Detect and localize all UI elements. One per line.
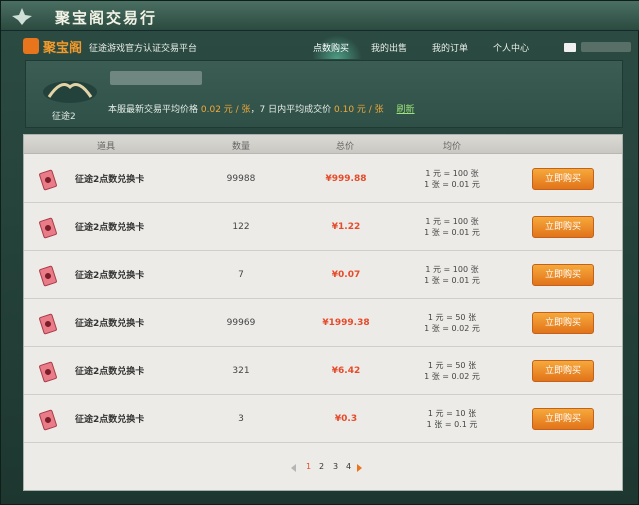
nav-bar: 聚宝阁 征途游戏官方认证交易平台 点数购买 我的出售 我的订单 个人中心 <box>15 35 631 59</box>
week-price: 0.10 元 / 张 <box>334 105 384 115</box>
tab-my-orders[interactable]: 我的订单 <box>432 41 468 54</box>
table-row: 征途2点数兑换卡 99988 ¥999.88 1 元 = 100 张 1 张 =… <box>24 155 622 203</box>
price-summary: 本服最新交易平均价格 0.02 元 / 张，7 日内平均成交价 0.10 元 /… <box>108 102 415 115</box>
refresh-link[interactable]: 刷新 <box>397 105 415 115</box>
prev-page-icon[interactable] <box>291 464 296 472</box>
avg-price: 0.02 元 / 张 <box>200 105 251 115</box>
item-unit-rate: 1 元 = 50 张 <box>427 361 477 370</box>
item-qty: 321 <box>232 366 250 376</box>
table-header: 道具 数量 总价 均价 <box>24 135 622 154</box>
item-total: ¥1999.38 <box>322 318 370 328</box>
header-total: 总价 <box>336 142 355 152</box>
item-unit-price: 1 张 = 0.01 元 <box>424 180 480 189</box>
mail-icon[interactable] <box>564 43 576 52</box>
item-unit-price: 1 张 = 0.02 元 <box>424 372 480 381</box>
listing-table: 道具 数量 总价 均价 征途2点数兑换卡 99988 ¥999.88 1 元 =… <box>23 134 623 491</box>
username-blurred <box>581 42 631 52</box>
page-4[interactable]: 4 <box>346 462 351 471</box>
exchange-card-icon <box>38 361 58 383</box>
buy-now-button[interactable]: 立即购买 <box>532 312 594 334</box>
item-unit-rate: 1 元 = 100 张 <box>425 217 479 226</box>
tab-buy-points[interactable]: 点数购买 <box>313 41 349 54</box>
header-item: 道具 <box>97 142 116 152</box>
price-mid: ，7 日内平均成交价 <box>250 105 332 115</box>
server-name-blurred <box>110 71 202 85</box>
brand-subtitle: 征途游戏官方认证交易平台 <box>89 44 198 54</box>
buy-now-button[interactable]: 立即购买 <box>532 216 594 238</box>
item-name: 征途2点数兑换卡 <box>75 271 145 281</box>
item-unit-price: 1 张 = 0.02 元 <box>424 324 480 333</box>
exchange-card-icon <box>38 409 58 431</box>
exchange-card-icon <box>38 217 58 239</box>
page-2[interactable]: 2 <box>319 462 324 471</box>
buy-now-button[interactable]: 立即购买 <box>532 360 594 382</box>
item-qty: 99988 <box>226 174 256 184</box>
item-unit-price: 1 张 = 0.1 元 <box>426 420 478 429</box>
title-bar: 聚宝阁交易行 <box>1 1 639 31</box>
item-total: ¥999.88 <box>325 174 367 184</box>
item-name: 征途2点数兑换卡 <box>75 415 145 425</box>
item-total: ¥6.42 <box>331 366 361 376</box>
brand-icon <box>23 38 39 54</box>
item-unit-rate: 1 元 = 100 张 <box>425 265 479 274</box>
app-window: 聚宝阁交易行 聚宝阁 征途游戏官方认证交易平台 点数购买 我的出售 我的订单 个… <box>0 0 639 505</box>
item-unit-rate: 1 元 = 10 张 <box>427 409 477 418</box>
item-qty: 7 <box>238 270 244 280</box>
table-row: 征途2点数兑换卡 99969 ¥1999.38 1 元 = 50 张 1 张 =… <box>24 299 622 347</box>
item-qty: 122 <box>232 222 250 232</box>
price-prefix: 本服最新交易平均价格 <box>108 105 199 115</box>
item-name: 征途2点数兑换卡 <box>75 175 145 185</box>
page-1[interactable]: 1 <box>306 462 311 471</box>
exchange-card-icon <box>38 265 58 287</box>
item-qty: 99969 <box>226 318 256 328</box>
header-unit-price: 均价 <box>443 142 462 152</box>
table-row: 征途2点数兑换卡 7 ¥0.07 1 元 = 100 张 1 张 = 0.01 … <box>24 251 622 299</box>
item-qty: 3 <box>238 414 244 424</box>
tab-my-sales[interactable]: 我的出售 <box>371 41 407 54</box>
buy-now-button[interactable]: 立即购买 <box>532 264 594 286</box>
item-name: 征途2点数兑换卡 <box>75 223 145 233</box>
item-name: 征途2点数兑换卡 <box>75 367 145 377</box>
exchange-card-icon <box>38 313 58 335</box>
game-label: 征途2 <box>52 112 76 122</box>
item-name: 征途2点数兑换卡 <box>75 319 145 329</box>
server-info-panel: 征途2 本服最新交易平均价格 0.02 元 / 张，7 日内平均成交价 0.10… <box>25 60 623 128</box>
window-title: 聚宝阁交易行 <box>55 9 158 27</box>
tab-user-center[interactable]: 个人中心 <box>493 41 529 54</box>
item-total: ¥1.22 <box>331 222 361 232</box>
header-qty: 数量 <box>232 142 251 152</box>
pagination: 1 2 3 4 <box>289 462 369 476</box>
item-unit-price: 1 张 = 0.01 元 <box>424 276 480 285</box>
next-page-icon[interactable] <box>357 464 362 472</box>
item-unit-price: 1 张 = 0.01 元 <box>424 228 480 237</box>
table-row: 征途2点数兑换卡 122 ¥1.22 1 元 = 100 张 1 张 = 0.0… <box>24 203 622 251</box>
table-row: 征途2点数兑换卡 3 ¥0.3 1 元 = 10 张 1 张 = 0.1 元 立… <box>24 395 622 443</box>
app-logo-icon <box>12 8 32 25</box>
buy-now-button[interactable]: 立即购买 <box>532 408 594 430</box>
item-total: ¥0.3 <box>334 414 358 424</box>
exchange-card-icon <box>38 169 58 191</box>
brand-name: 聚宝阁 <box>43 41 83 56</box>
game-logo-icon <box>43 81 97 103</box>
page-3[interactable]: 3 <box>333 462 338 471</box>
item-unit-rate: 1 元 = 100 张 <box>425 169 479 178</box>
item-unit-rate: 1 元 = 50 张 <box>427 313 477 322</box>
item-total: ¥0.07 <box>331 270 361 280</box>
buy-now-button[interactable]: 立即购买 <box>532 168 594 190</box>
table-row: 征途2点数兑换卡 321 ¥6.42 1 元 = 50 张 1 张 = 0.02… <box>24 347 622 395</box>
